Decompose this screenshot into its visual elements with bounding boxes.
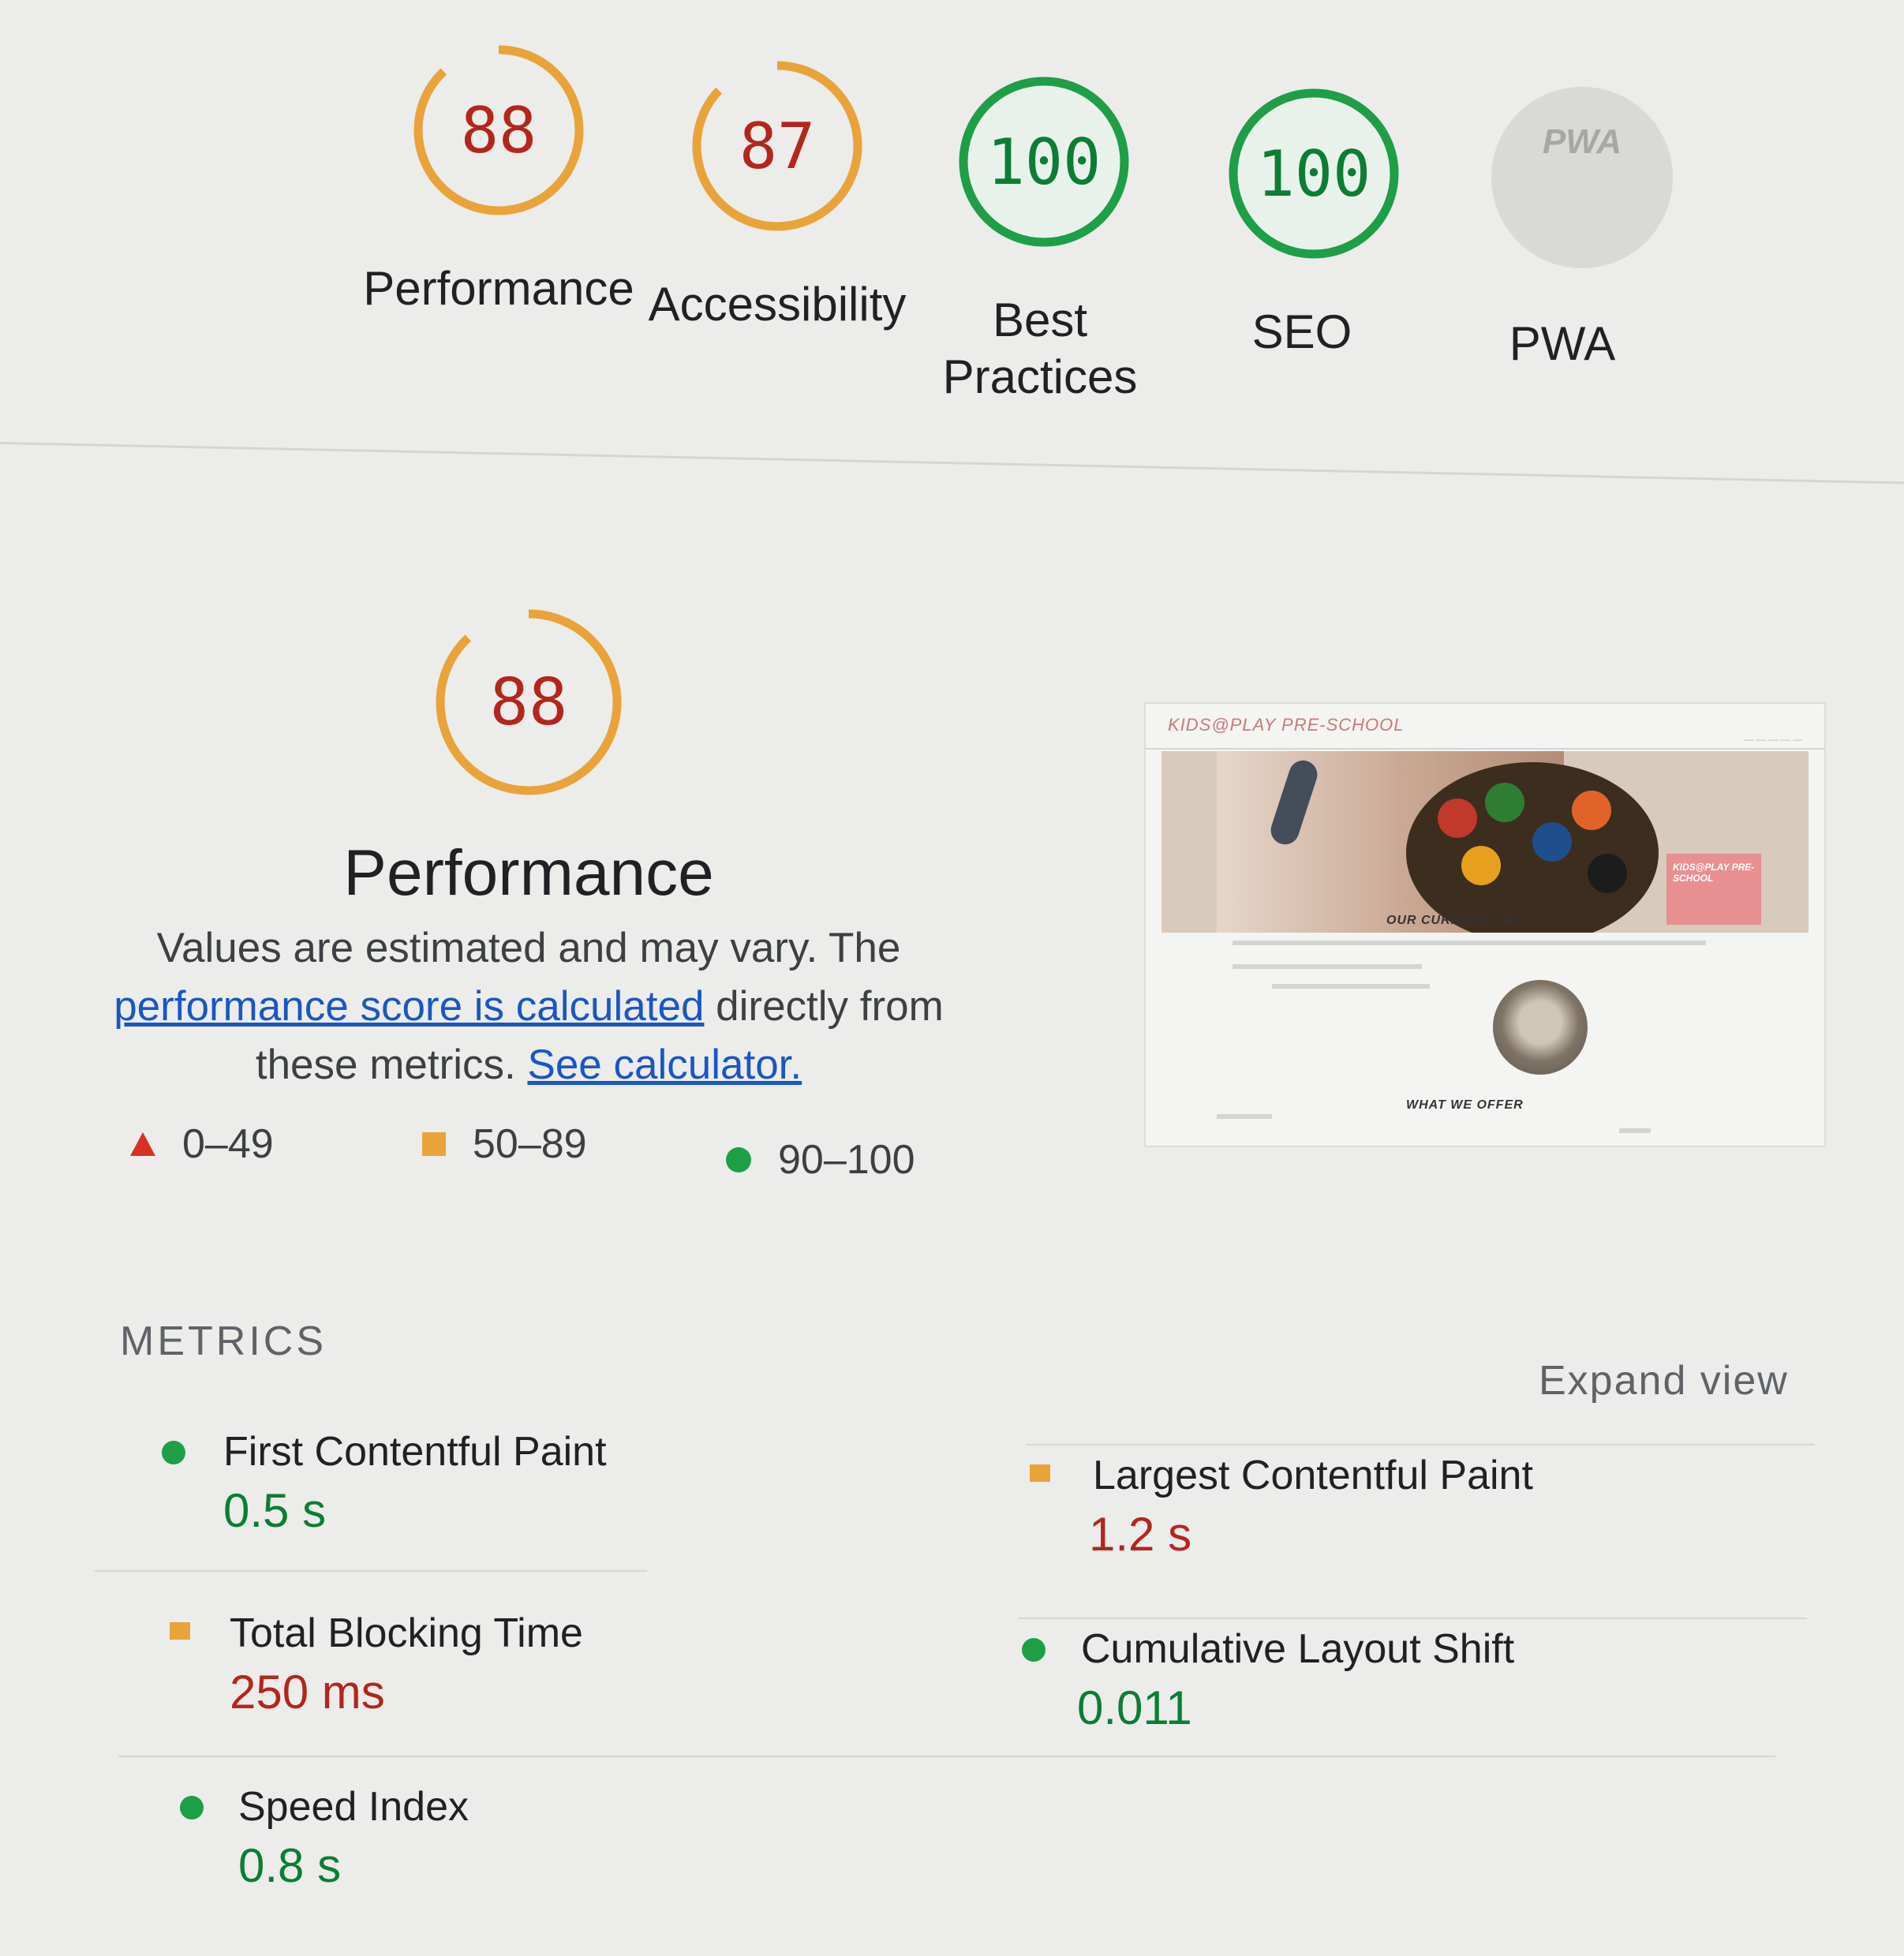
best-practices-gauge[interactable]: 100: [949, 67, 1139, 256]
metric-name: Largest Contentful Paint: [1093, 1453, 1533, 1498]
screenshot-text-line: [1619, 1128, 1651, 1133]
metrics-heading: METRICS: [120, 1318, 327, 1364]
page-screenshot[interactable]: KIDS@PLAY PRE-SCHOOL — — — — — KIDS@PLAY…: [1144, 702, 1826, 1147]
metrics-divider: [95, 1570, 647, 1572]
screenshot-nav: — — — — —: [1744, 734, 1802, 745]
crayon-red: [1438, 798, 1477, 838]
performance-description: Values are estimated and may vary. The p…: [110, 919, 947, 1094]
performance-main-score: 88: [489, 664, 568, 740]
metric-value: 0.011: [1077, 1681, 1192, 1734]
metric-cumulative-layout-shift: Cumulative Layout Shift 0.011: [1022, 1625, 1574, 1744]
metric-total-blocking-time: Total Blocking Time 250 ms: [170, 1610, 722, 1728]
metric-name: Speed Index: [238, 1784, 469, 1830]
crayon-orange: [1572, 791, 1611, 830]
screenshot-heading-offer: WHAT WE OFFER: [1406, 1098, 1524, 1112]
performance-title: Performance: [343, 837, 714, 909]
metric-value: 0.8 s: [238, 1839, 342, 1892]
screenshot-text-line: [1233, 941, 1706, 945]
performance-label[interactable]: Performance: [357, 260, 641, 317]
legend-fail: 0–49: [130, 1120, 274, 1168]
seo-label[interactable]: SEO: [1211, 304, 1393, 361]
metrics-divider: [118, 1756, 1775, 1757]
pass-circle-icon: [162, 1441, 185, 1464]
metric-value: 0.5 s: [223, 1484, 327, 1537]
best-practices-label[interactable]: Best Practices: [922, 292, 1158, 406]
hero-badge-text: KIDS@PLAY PRE-SCHOOL: [1673, 862, 1755, 884]
screenshot-header-rule: [1146, 748, 1824, 750]
accessibility-gauge[interactable]: 87: [683, 51, 872, 241]
metrics-divider: [1026, 1444, 1815, 1445]
legend-average: 50–89: [422, 1120, 587, 1168]
desc-text-1: Values are estimated and may vary. The: [156, 925, 901, 971]
legend-pass: 90–100: [726, 1136, 915, 1184]
hero-badge: KIDS@PLAY PRE-SCHOOL: [1666, 854, 1761, 925]
accessibility-label[interactable]: Accessibility: [635, 276, 919, 333]
metric-value: 250 ms: [230, 1666, 385, 1719]
metric-name: Total Blocking Time: [230, 1610, 583, 1656]
average-square-icon: [422, 1132, 446, 1156]
metric-name: First Contentful Paint: [223, 1429, 607, 1475]
legend-fail-range: 0–49: [182, 1121, 274, 1167]
fail-triangle-icon: [130, 1132, 155, 1156]
average-square-icon: [1030, 1464, 1050, 1482]
crayon-black: [1588, 854, 1627, 893]
metric-value: 1.2 s: [1089, 1508, 1192, 1561]
score-calculated-link[interactable]: performance score is calculated: [114, 983, 704, 1030]
legend-average-range: 50–89: [473, 1121, 587, 1167]
pass-circle-icon: [1022, 1638, 1046, 1662]
metric-name: Cumulative Layout Shift: [1081, 1626, 1515, 1672]
pwa-label[interactable]: PWA: [1483, 316, 1641, 372]
crayon-yellow: [1461, 846, 1501, 885]
screenshot-owl-image: [1493, 980, 1588, 1075]
best-practices-score: 100: [986, 125, 1102, 199]
metric-first-contentful-paint: First Contentful Paint 0.5 s: [162, 1428, 714, 1546]
screenshot-text-line: [1272, 984, 1430, 989]
average-square-icon: [170, 1622, 190, 1640]
expand-view-toggle[interactable]: Expand view: [1539, 1357, 1789, 1404]
performance-gauge[interactable]: 88: [404, 36, 593, 225]
metric-largest-contentful-paint: Largest Contentful Paint 1.2 s: [1030, 1452, 1582, 1570]
performance-main-gauge: 88: [426, 600, 631, 805]
screenshot-site-title: KIDS@PLAY PRE-SCHOOL: [1168, 715, 1405, 735]
metrics-divider: [1018, 1618, 1807, 1619]
seo-score: 100: [1256, 137, 1371, 211]
pass-circle-icon: [726, 1147, 751, 1172]
screenshot-heading-curriculum: OUR CURRICULUM: [1386, 914, 1515, 927]
screenshot-hero-image: KIDS@PLAY PRE-SCHOOL: [1161, 751, 1809, 933]
section-divider: [0, 442, 1904, 484]
pwa-badge-icon[interactable]: PWA: [1491, 87, 1673, 268]
legend-pass-range: 90–100: [778, 1137, 915, 1183]
pwa-badge-text: PWA: [1542, 122, 1622, 161]
seo-gauge[interactable]: 100: [1219, 79, 1408, 268]
performance-score: 88: [460, 93, 537, 167]
metric-speed-index: Speed Index 0.8 s: [180, 1783, 732, 1902]
crayon-blue: [1532, 822, 1572, 862]
screenshot-text-line: [1233, 964, 1422, 969]
accessibility-score: 87: [739, 109, 816, 183]
crayon-green: [1485, 783, 1524, 822]
pass-circle-icon: [180, 1796, 204, 1819]
see-calculator-link[interactable]: See calculator.: [527, 1042, 802, 1088]
screenshot-text-line: [1217, 1114, 1272, 1119]
